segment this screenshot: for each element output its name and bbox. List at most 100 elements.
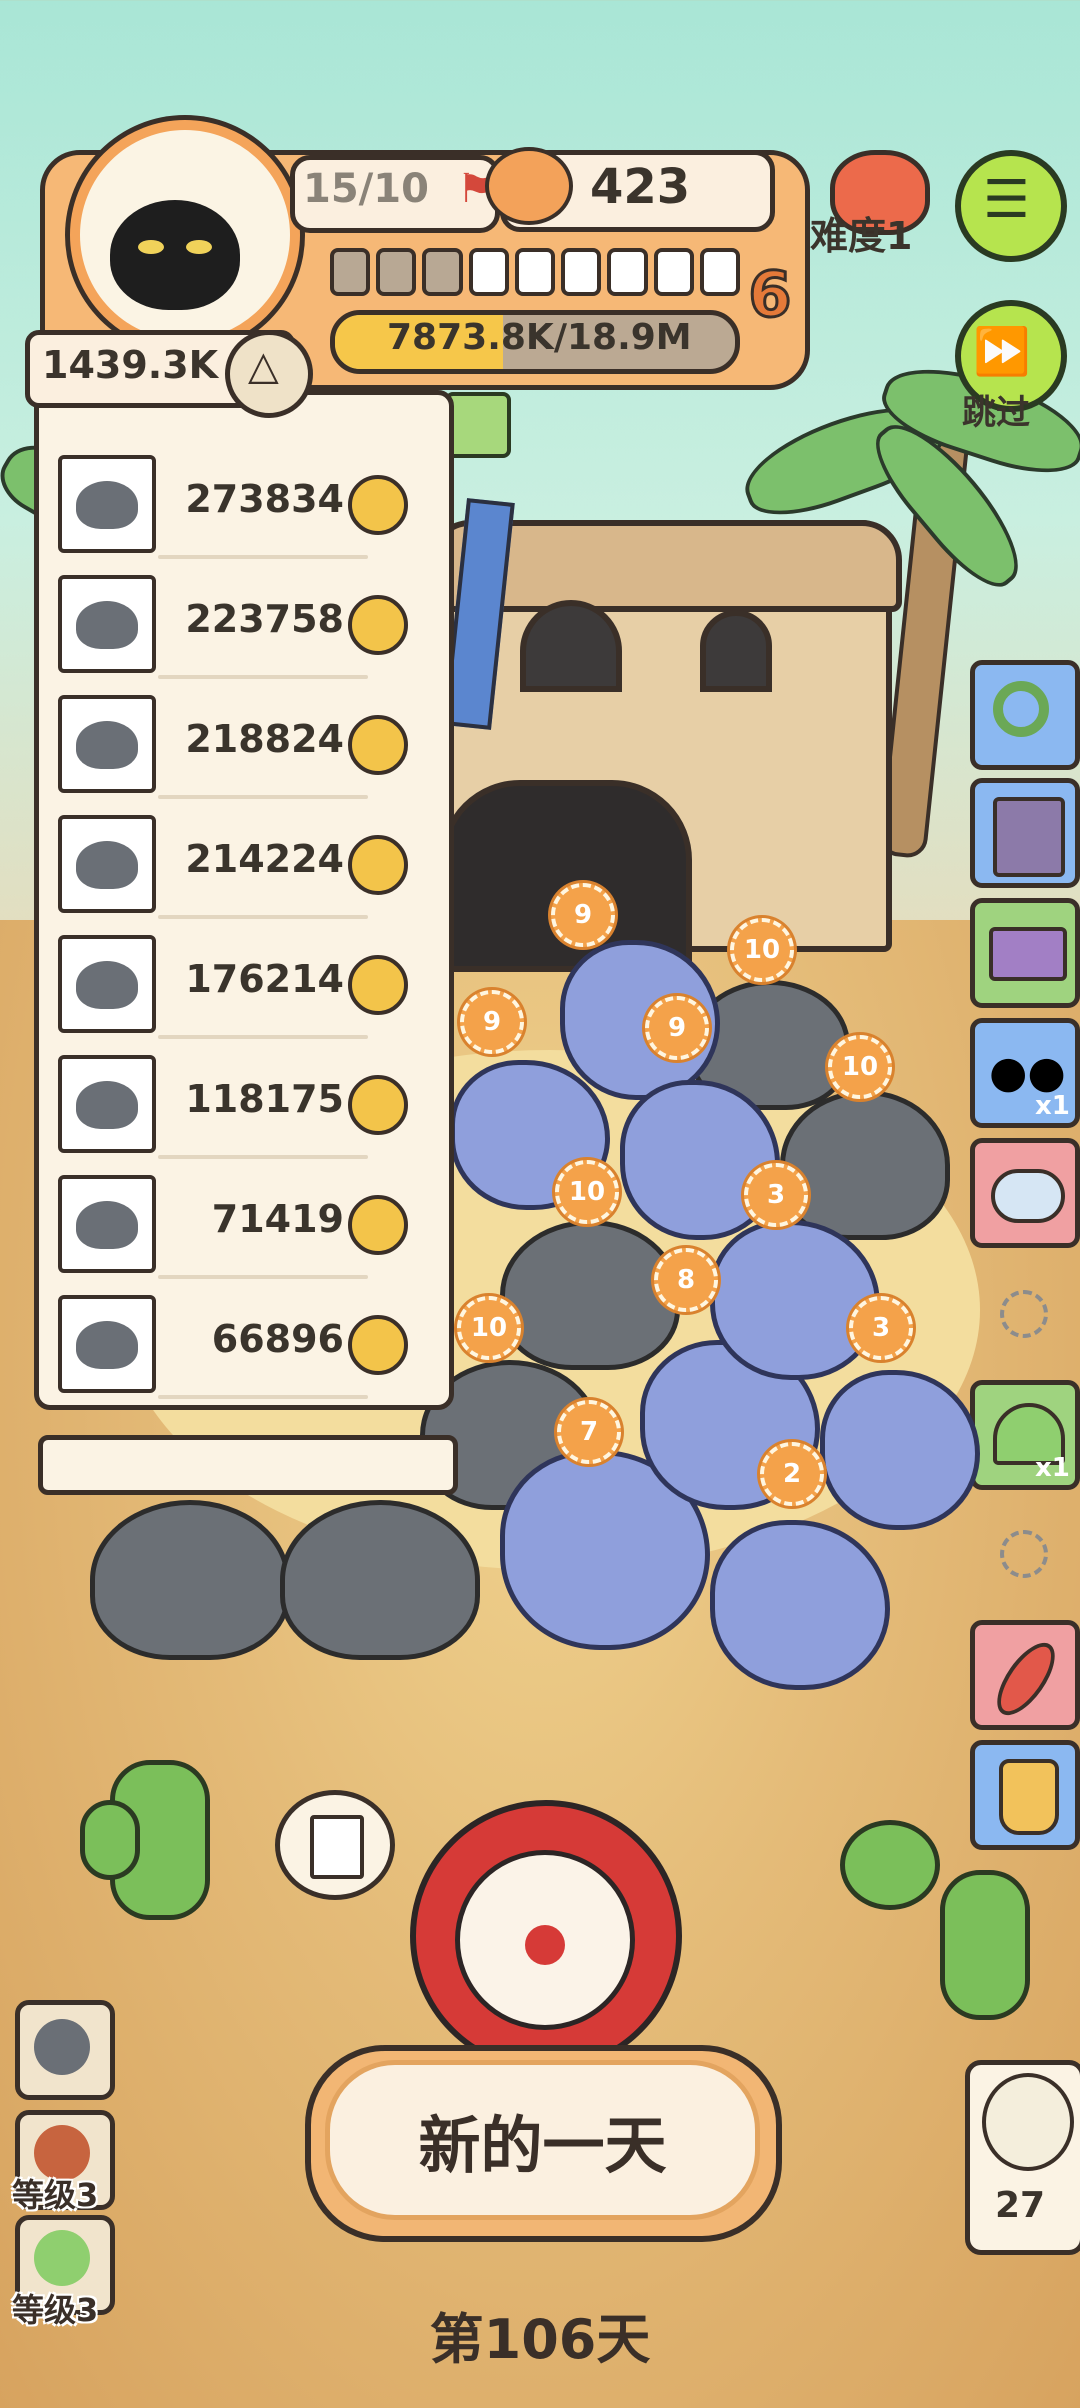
item-value: 176214 bbox=[185, 957, 344, 1001]
creature-level-badge: 10 bbox=[555, 1160, 619, 1224]
trophy-icon bbox=[999, 1759, 1059, 1835]
difficulty-label[interactable]: 难度1 bbox=[810, 205, 912, 260]
list-scroll-end bbox=[38, 1435, 458, 1495]
unit-level-label: 等级3 bbox=[12, 2291, 99, 2329]
segment-filled bbox=[376, 248, 417, 296]
owl-icon bbox=[982, 2073, 1074, 2171]
locked-slot-icon bbox=[1000, 1290, 1048, 1338]
paw-icon bbox=[348, 595, 408, 655]
flag-count-text: 15/10 bbox=[303, 166, 429, 212]
tent-count: x1 bbox=[1035, 1453, 1070, 1483]
binoculars-count: x1 bbox=[1035, 1091, 1070, 1121]
sort-filter-icon[interactable] bbox=[445, 392, 511, 458]
coin-count-text: 423 bbox=[590, 159, 691, 215]
creature-level-badge: 2 bbox=[760, 1442, 824, 1506]
cactus bbox=[940, 1870, 1030, 2020]
rhino-icon bbox=[34, 2019, 90, 2075]
unit-level-label: 等级3 bbox=[12, 2176, 99, 2214]
list-item[interactable]: 176214 bbox=[58, 935, 418, 1039]
frog-icon bbox=[34, 2230, 90, 2286]
segment-empty bbox=[561, 248, 602, 296]
list-item[interactable]: 214224 bbox=[58, 815, 418, 919]
paw-icon bbox=[348, 835, 408, 895]
rhino-thumbnail bbox=[58, 695, 156, 793]
exp-progress-bar: 7873.8K/18.9M bbox=[330, 310, 740, 374]
certificate-icon bbox=[310, 1815, 364, 1879]
paw-icon bbox=[348, 1075, 408, 1135]
rhino-thumbnail bbox=[58, 935, 156, 1033]
list-item[interactable]: 66896 bbox=[58, 1295, 418, 1399]
segment-empty bbox=[468, 248, 509, 296]
snake-ring-icon bbox=[993, 681, 1049, 737]
card-item[interactable] bbox=[970, 898, 1080, 1008]
new-day-button[interactable]: 新的一天 bbox=[325, 2060, 760, 2220]
food-bowl-icon bbox=[485, 147, 573, 225]
tent-item[interactable]: x1 bbox=[970, 1380, 1080, 1490]
segment-empty bbox=[607, 248, 648, 296]
item-value: 66896 bbox=[211, 1317, 344, 1361]
day-counter: 第106天 bbox=[429, 2308, 651, 2371]
owl-counter[interactable]: 27 bbox=[965, 2060, 1080, 2255]
paw-icon bbox=[348, 1195, 408, 1255]
fast-forward-icon: ⏩ bbox=[973, 324, 1031, 378]
item-value: 273834 bbox=[185, 477, 344, 521]
rhino-unit-button[interactable] bbox=[15, 2000, 115, 2100]
list-item[interactable]: 71419 bbox=[58, 1175, 418, 1279]
exp-text: 7873.8K/18.9M bbox=[387, 317, 692, 358]
segment-empty bbox=[653, 248, 694, 296]
paw-icon bbox=[348, 1315, 408, 1375]
creature-level-badge: 8 bbox=[654, 1248, 718, 1312]
list-item[interactable]: 223758 bbox=[58, 575, 418, 679]
rhino-creature[interactable] bbox=[500, 1220, 680, 1370]
rhino-creature[interactable] bbox=[90, 1500, 290, 1660]
trophy-item[interactable] bbox=[970, 1740, 1080, 1850]
rhino-thumbnail bbox=[58, 575, 156, 673]
rhino-thumbnail bbox=[58, 815, 156, 913]
binoculars-item[interactable]: ●● x1 bbox=[970, 1018, 1080, 1128]
owl-count-text: 27 bbox=[994, 2185, 1046, 2226]
list-item[interactable]: 118175 bbox=[58, 1055, 418, 1159]
paw-icon bbox=[348, 955, 408, 1015]
jester-face bbox=[455, 1850, 635, 2030]
portrait-scroll-icon bbox=[993, 797, 1065, 877]
total-power-text: 1439.3K bbox=[42, 343, 219, 387]
item-value: 118175 bbox=[185, 1077, 344, 1121]
rhino-thumbnail bbox=[58, 1175, 156, 1273]
building-window bbox=[520, 600, 622, 692]
creature-level-badge: 7 bbox=[557, 1400, 621, 1464]
list-item[interactable]: 273834 bbox=[58, 455, 418, 559]
item-value: 71419 bbox=[211, 1197, 344, 1241]
snake-ring-item[interactable] bbox=[970, 660, 1080, 770]
rhino-thumbnail bbox=[58, 1055, 156, 1153]
flag-counter: 15/10 ⚑ bbox=[290, 155, 500, 233]
feather-icon bbox=[986, 1633, 1066, 1725]
locked-slot-icon bbox=[1000, 1530, 1048, 1578]
segment-filled bbox=[330, 248, 371, 296]
black-cat-icon bbox=[110, 200, 240, 310]
chevron-up-icon: △ bbox=[248, 343, 279, 389]
cloud-creature-icon bbox=[991, 1169, 1065, 1223]
rhino-creature[interactable] bbox=[780, 1090, 950, 1240]
cloud-item[interactable] bbox=[970, 1138, 1080, 1248]
list-item[interactable]: 218824 bbox=[58, 695, 418, 799]
certificate-bubble[interactable] bbox=[275, 1790, 395, 1900]
menu-button[interactable]: ☰ bbox=[955, 150, 1067, 262]
creature-level-badge: 10 bbox=[457, 1296, 521, 1360]
segment-filled bbox=[422, 248, 463, 296]
list-menu-icon: ☰ bbox=[983, 170, 1030, 230]
item-value: 218824 bbox=[185, 717, 344, 761]
skip-label[interactable]: 跳过 bbox=[962, 385, 1030, 434]
item-value: 223758 bbox=[185, 597, 344, 641]
feather-item[interactable] bbox=[970, 1620, 1080, 1730]
card-icon bbox=[989, 927, 1067, 981]
round-cactus bbox=[840, 1820, 940, 1910]
creature-level-badge: 3 bbox=[849, 1296, 913, 1360]
coin-counter: 423 bbox=[485, 147, 775, 232]
creature-level-badge: 10 bbox=[828, 1035, 892, 1099]
cactus bbox=[80, 1800, 140, 1880]
item-value: 214224 bbox=[185, 837, 344, 881]
collapse-button[interactable]: △ bbox=[225, 330, 313, 418]
scroll-portrait-item[interactable] bbox=[970, 778, 1080, 888]
rhino-creature[interactable] bbox=[280, 1500, 480, 1660]
segment-empty bbox=[514, 248, 556, 296]
